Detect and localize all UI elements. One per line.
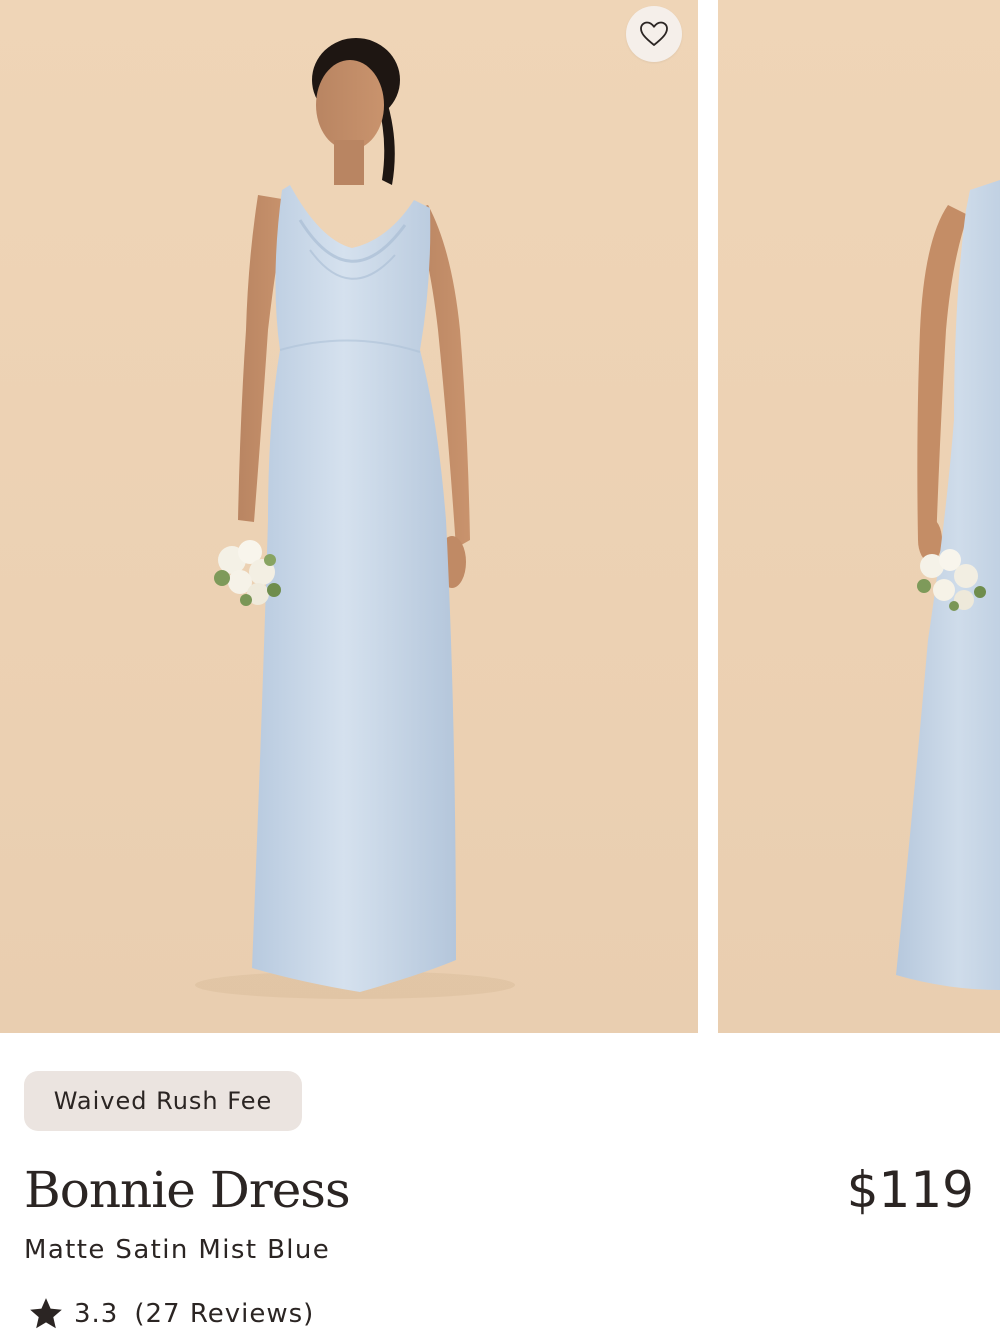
product-image-front[interactable] bbox=[0, 0, 698, 1033]
product-price: $119 bbox=[846, 1161, 974, 1219]
product-title[interactable]: Bonnie Dress bbox=[24, 1156, 351, 1224]
product-image-gallery[interactable] bbox=[0, 0, 1000, 1033]
product-image-side[interactable] bbox=[718, 0, 1000, 1033]
model-front-illustration bbox=[195, 38, 515, 999]
star-icon bbox=[30, 1298, 62, 1329]
heart-outline-icon bbox=[640, 21, 668, 46]
model-side-illustration bbox=[896, 180, 1000, 990]
reviews-link[interactable]: (27 Reviews) bbox=[134, 1299, 314, 1329]
waived-rush-fee-badge: Waived Rush Fee bbox=[24, 1071, 302, 1131]
product-variant: Matte Satin Mist Blue bbox=[24, 1235, 331, 1265]
rating-row[interactable]: 3.3 (27 Reviews) bbox=[26, 1295, 314, 1333]
rating-value: 3.3 bbox=[74, 1299, 119, 1329]
wishlist-button[interactable] bbox=[626, 6, 682, 62]
